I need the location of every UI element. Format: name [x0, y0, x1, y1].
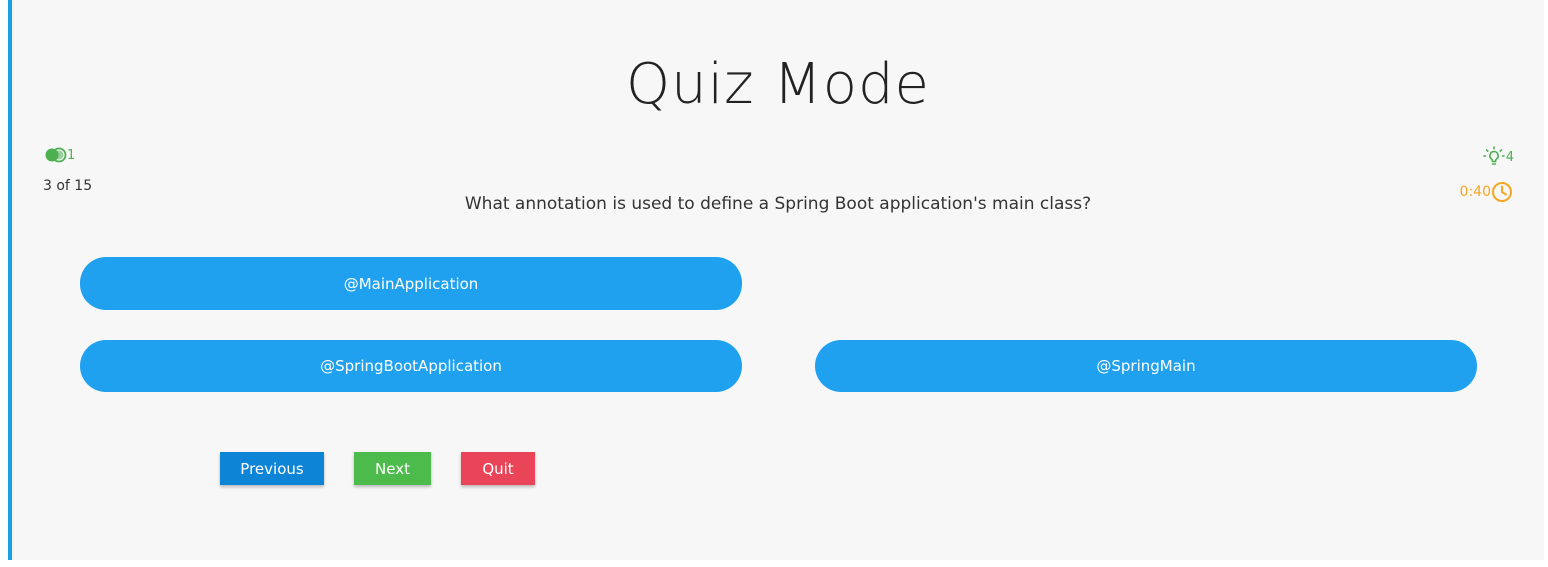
quiz-screen: Quiz Mode 1 3 of 15 4 0:40 What annotati… — [0, 0, 1548, 567]
previous-button[interactable]: Previous — [220, 452, 324, 485]
quiz-panel: Quiz Mode 1 3 of 15 4 0:40 What annotati… — [12, 0, 1544, 560]
quit-button[interactable]: Quit — [461, 452, 535, 485]
lifelines-count: 1 — [67, 147, 76, 163]
answer-option-spring-main[interactable]: @SpringMain — [815, 340, 1477, 392]
question-text: What annotation is used to define a Spri… — [464, 194, 1092, 214]
answer-option-spring-boot-application[interactable]: @SpringBootApplication — [80, 340, 742, 392]
lightbulb-icon — [1482, 145, 1506, 169]
next-button[interactable]: Next — [354, 452, 431, 485]
page-title: Quiz Mode — [626, 52, 930, 117]
fifty-fifty-icon — [45, 147, 67, 163]
hints-count: 4 — [1505, 149, 1514, 165]
fifty-fifty-lifeline[interactable]: 1 — [45, 147, 75, 163]
answer-option-main-application[interactable]: @MainApplication — [80, 257, 742, 310]
hint-button[interactable]: 4 — [1482, 145, 1514, 169]
question-counter: 3 of 15 — [43, 178, 93, 194]
